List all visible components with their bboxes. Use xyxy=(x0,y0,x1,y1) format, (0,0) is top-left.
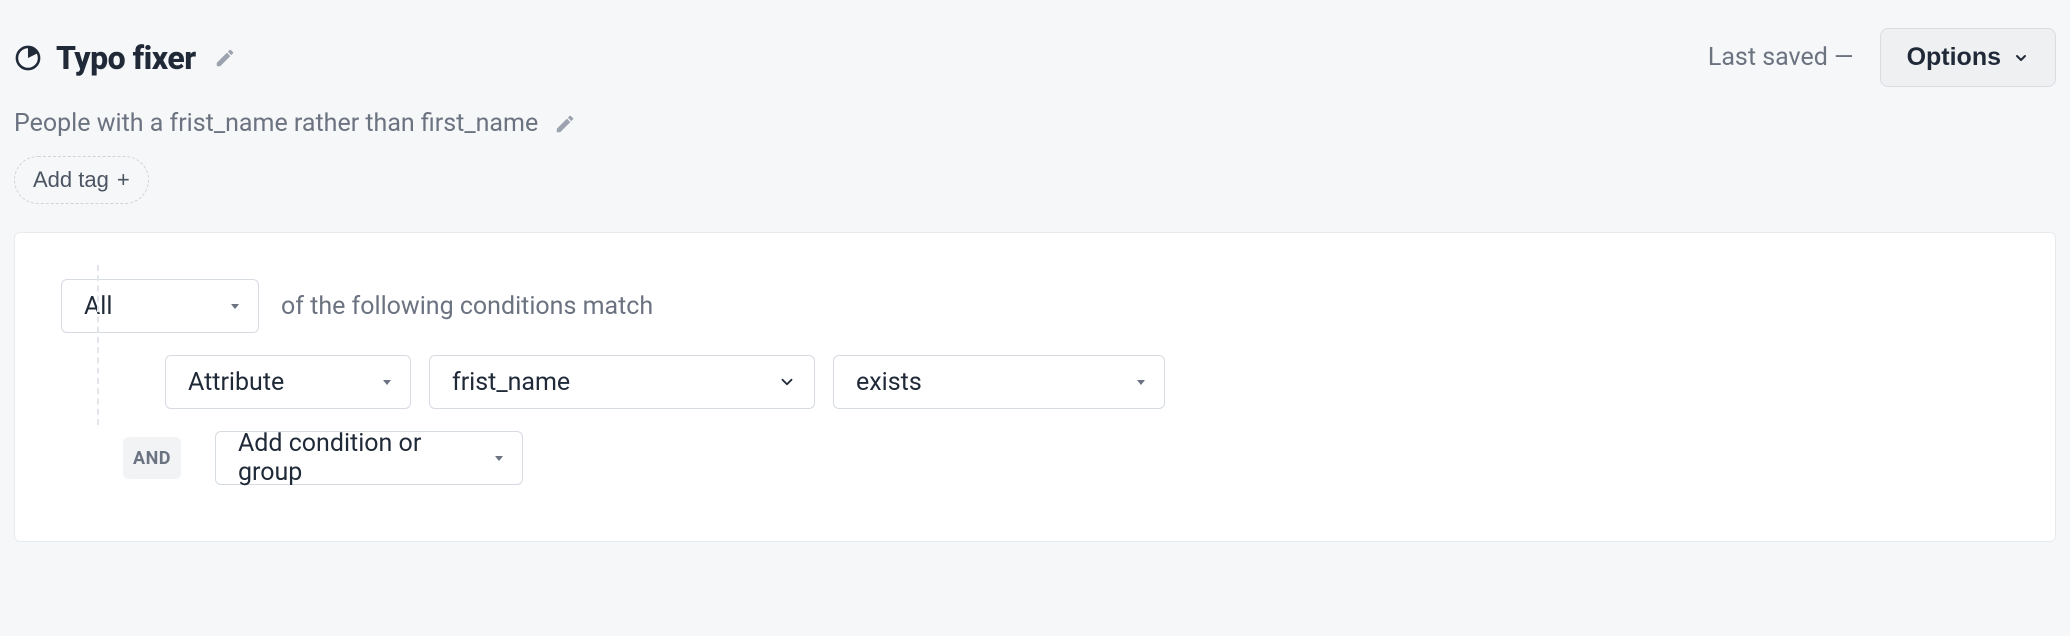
tags-row: Add tag + xyxy=(14,156,2056,204)
page-root: Typo fixer Last saved — Options People w… xyxy=(0,0,2070,556)
condition-type-value: Attribute xyxy=(188,368,284,397)
condition-operator-value: exists xyxy=(856,368,922,397)
condition-attribute-select[interactable]: frist_name xyxy=(429,355,815,409)
edit-title-button[interactable] xyxy=(214,47,236,69)
condition-operator-select[interactable]: exists xyxy=(833,355,1165,409)
condition-type-select[interactable]: Attribute xyxy=(165,355,411,409)
plus-icon: + xyxy=(117,169,130,191)
title-wrap: Typo fixer xyxy=(14,39,236,77)
match-mode-select[interactable]: All xyxy=(61,279,259,333)
triangle-down-icon xyxy=(230,301,240,311)
options-button[interactable]: Options xyxy=(1880,28,2056,87)
page-title: Typo fixer xyxy=(56,39,196,77)
connector-line xyxy=(97,265,99,425)
last-saved-text: Last saved — xyxy=(1708,43,1854,72)
header-actions: Last saved — Options xyxy=(1708,28,2056,87)
add-condition-select[interactable]: Add condition or group xyxy=(215,431,523,485)
conditions-card: All of the following conditions match At… xyxy=(14,232,2056,542)
match-row: All of the following conditions match xyxy=(61,279,2009,333)
segment-icon xyxy=(14,44,42,72)
edit-description-button[interactable] xyxy=(554,113,576,135)
add-tag-button[interactable]: Add tag + xyxy=(14,156,149,204)
chevron-down-icon xyxy=(778,373,796,391)
add-condition-label: Add condition or group xyxy=(238,429,478,487)
chevron-down-icon xyxy=(2013,50,2029,66)
triangle-down-icon xyxy=(382,377,392,387)
triangle-down-icon xyxy=(494,453,504,463)
condition-row: Attribute frist_name exists xyxy=(165,355,2009,409)
description-row: People with a frist_name rather than fir… xyxy=(14,109,2056,138)
condition-children: Attribute frist_name exists xyxy=(61,355,2009,485)
add-condition-row: AND Add condition or group xyxy=(79,431,2009,485)
triangle-down-icon xyxy=(1136,377,1146,387)
condition-attribute-value: frist_name xyxy=(452,368,570,397)
add-tag-label: Add tag xyxy=(33,167,109,193)
description-text: People with a frist_name rather than fir… xyxy=(14,109,538,138)
match-suffix-text: of the following conditions match xyxy=(281,292,653,321)
header-row: Typo fixer Last saved — Options xyxy=(14,28,2056,87)
connector-and-badge: AND xyxy=(123,437,181,479)
options-button-label: Options xyxy=(1907,43,2001,72)
